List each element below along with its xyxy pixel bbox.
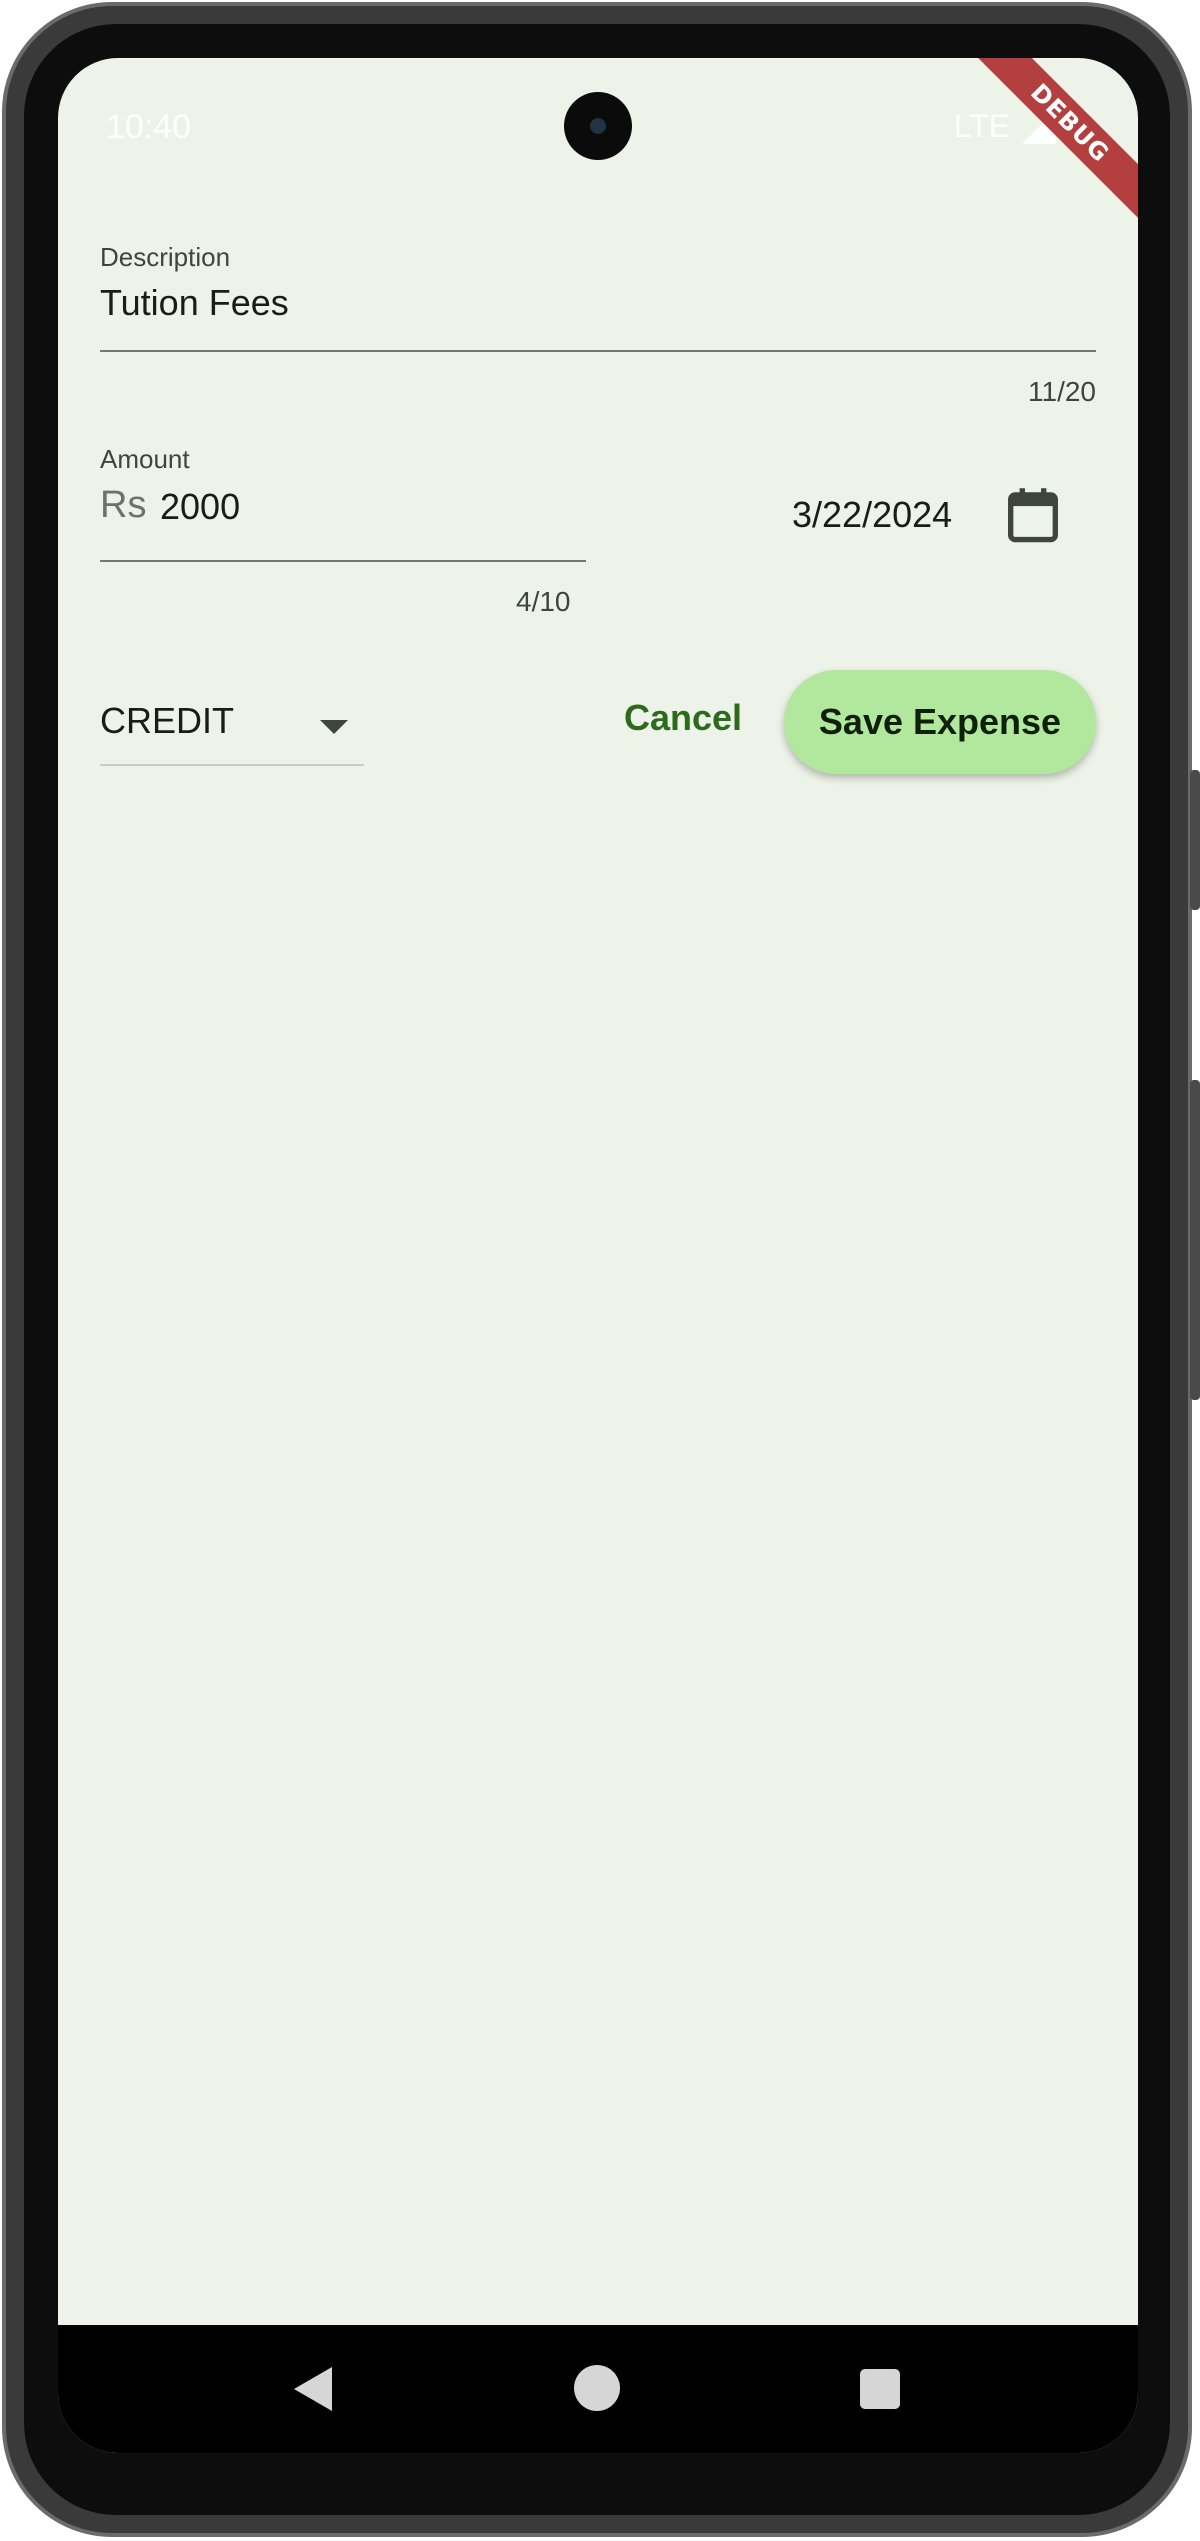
cancel-button[interactable]: Cancel: [624, 682, 742, 754]
category-dropdown[interactable]: CREDIT: [100, 668, 364, 766]
selected-date: 3/22/2024: [792, 494, 953, 535]
network-type: LTE: [953, 108, 1010, 144]
dropdown-arrow-icon: [320, 720, 348, 734]
status-time: 10:40: [106, 108, 192, 146]
category-selected: CREDIT: [100, 700, 234, 741]
description-label: Description: [100, 242, 231, 272]
calendar-icon[interactable]: [1006, 486, 1060, 544]
home-circle-icon[interactable]: [574, 2365, 620, 2411]
amount-label: Amount: [100, 444, 190, 474]
description-input[interactable]: Tution Fees: [100, 282, 289, 324]
front-camera: [564, 92, 632, 160]
status-bar: 10:40 LTE: [58, 58, 1138, 188]
save-expense-button[interactable]: Save Expense: [784, 670, 1096, 774]
volume-button: [1190, 770, 1200, 910]
back-triangle-icon[interactable]: [294, 2367, 332, 2411]
amount-input[interactable]: 2000: [160, 486, 240, 528]
recents-square-icon[interactable]: [860, 2369, 900, 2409]
amount-underline: [100, 560, 586, 562]
amount-counter: 4/10: [516, 586, 571, 617]
power-button: [1190, 1080, 1200, 1400]
currency-prefix: Rs: [100, 484, 147, 526]
description-underline: [100, 350, 1096, 352]
description-counter: 11/20: [1028, 376, 1096, 407]
app-screen: 10:40 LTE DEBUG Description Tution Fees …: [58, 58, 1138, 2453]
navigation-bar: [58, 2325, 1138, 2453]
